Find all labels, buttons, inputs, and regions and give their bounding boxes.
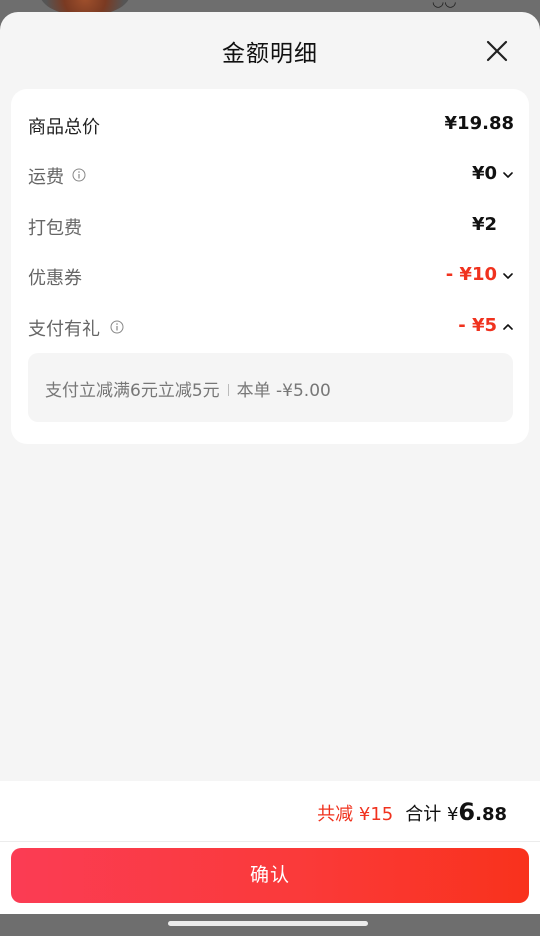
goods-total-value: ¥19.88 bbox=[444, 113, 514, 134]
footer-bar: 共减 ¥15 合计 ¥6.88 确认 bbox=[0, 781, 540, 914]
close-button[interactable] bbox=[480, 34, 514, 68]
packing-fee-value: ¥2 bbox=[471, 214, 497, 235]
payment-gift-detail: 支付立减满6元立减5元 本单 -¥5.00 bbox=[28, 353, 513, 422]
payment-gift-value: - ¥5 bbox=[458, 315, 497, 336]
payment-gift-rule: 支付立减满6元立减5元 bbox=[45, 381, 220, 401]
total-decimal: .88 bbox=[475, 804, 507, 825]
packing-fee-label: 打包费 bbox=[28, 218, 82, 239]
info-icon[interactable] bbox=[110, 320, 124, 334]
payment-gift-label: 支付有礼 bbox=[28, 319, 100, 340]
amount-detail-sheet: 金额明细 商品总价 ¥19.88 运费 ¥0 打包费 ¥2 优惠券 - ¥10 … bbox=[0, 12, 540, 914]
row-packing-fee: 打包费 ¥2 bbox=[28, 212, 514, 242]
coupon-label: 优惠券 bbox=[28, 268, 82, 289]
confirm-button[interactable]: 确认 bbox=[11, 848, 529, 903]
row-delivery-fee[interactable]: 运费 ¥0 bbox=[28, 161, 514, 191]
chevron-down-icon[interactable] bbox=[502, 169, 514, 181]
delivery-fee-label: 运费 bbox=[28, 167, 64, 188]
home-indicator[interactable] bbox=[168, 921, 368, 926]
coupon-value: - ¥10 bbox=[445, 264, 497, 285]
footer-divider bbox=[0, 841, 540, 842]
detail-separator bbox=[227, 384, 229, 396]
delivery-fee-value: ¥0 bbox=[471, 163, 497, 184]
payment-gift-order-amount: 本单 -¥5.00 bbox=[236, 381, 331, 401]
payment-gift-detail-text: 支付立减满6元立减5元 本单 -¥5.00 bbox=[45, 376, 331, 401]
row-goods-total: 商品总价 ¥19.88 bbox=[28, 111, 514, 141]
chevron-down-icon[interactable] bbox=[502, 270, 514, 282]
total-integer: 6 bbox=[458, 798, 476, 826]
background-icon: ◡◡ bbox=[432, 0, 457, 10]
close-icon[interactable] bbox=[480, 34, 514, 68]
chevron-up-icon[interactable] bbox=[502, 321, 514, 333]
row-payment-gift[interactable]: 支付有礼 - ¥5 bbox=[28, 313, 514, 343]
info-icon[interactable] bbox=[72, 168, 86, 182]
price-summary: 共减 ¥15 合计 ¥6.88 bbox=[317, 798, 507, 826]
row-coupon[interactable]: 优惠券 - ¥10 bbox=[28, 262, 514, 292]
goods-total-label: 商品总价 bbox=[28, 117, 100, 138]
sheet-title: 金额明细 bbox=[222, 41, 318, 67]
total-label: 合计 ¥ bbox=[405, 804, 459, 825]
amount-card: 商品总价 ¥19.88 运费 ¥0 打包费 ¥2 优惠券 - ¥10 支付有礼 … bbox=[11, 89, 529, 444]
total-discount: 共减 ¥15 bbox=[317, 804, 394, 825]
